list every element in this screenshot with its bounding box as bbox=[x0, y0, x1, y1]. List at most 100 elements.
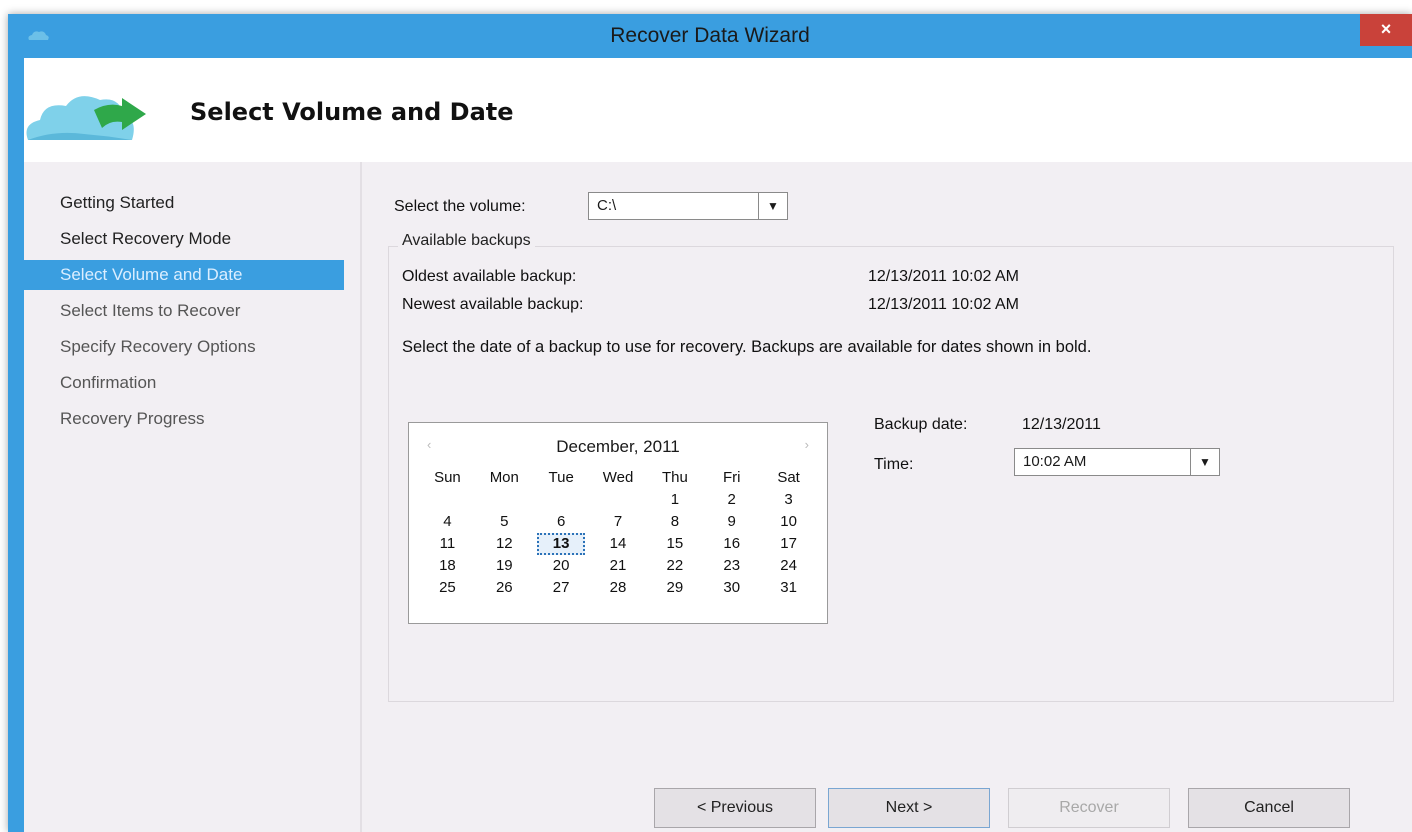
calendar-day-label: 1 bbox=[670, 491, 680, 508]
calendar-day[interactable]: 8 bbox=[646, 511, 703, 533]
calendar-day-label: 10 bbox=[780, 513, 797, 530]
calendar-day[interactable]: 13 bbox=[533, 533, 590, 555]
volume-value: C:\ bbox=[597, 197, 617, 214]
calendar-weekday: Wed bbox=[602, 469, 634, 486]
wizard-window: Recover Data Wizard × Select Volume and … bbox=[8, 14, 1412, 832]
calendar-day-label: 29 bbox=[666, 579, 684, 596]
oldest-backup-label: Oldest available backup: bbox=[402, 268, 577, 285]
chevron-down-icon[interactable]: ▼ bbox=[1190, 449, 1219, 475]
page-title: Select Volume and Date bbox=[190, 98, 514, 126]
calendar-day-label: 22 bbox=[666, 557, 684, 574]
calendar-day[interactable]: 5 bbox=[476, 511, 533, 533]
calendar-day[interactable]: 12 bbox=[476, 533, 533, 555]
cloud-recover-icon bbox=[26, 96, 146, 140]
calendar-weekday: Tue bbox=[548, 469, 574, 486]
calendar-day-label: 16 bbox=[723, 535, 741, 552]
calendar-day[interactable]: 21 bbox=[590, 555, 647, 577]
calendar-day[interactable]: 2 bbox=[703, 489, 760, 511]
calendar-day[interactable]: 27 bbox=[533, 577, 590, 599]
step-confirmation: Confirmation bbox=[60, 373, 157, 392]
calendar-day[interactable]: 4 bbox=[419, 511, 476, 533]
calendar-day[interactable]: 16 bbox=[703, 533, 760, 555]
calendar-day-label: 14 bbox=[609, 535, 627, 552]
calendar-day[interactable]: 28 bbox=[590, 577, 647, 599]
calendar-week-row: 25 26 27 28 29 30 31 bbox=[419, 577, 817, 599]
calendar-weekday-row: Sun Mon Tue Wed Thu Fri Sat bbox=[419, 467, 817, 489]
previous-button[interactable]: < Previous bbox=[654, 788, 816, 828]
calendar-day bbox=[476, 489, 533, 511]
calendar-day[interactable]: 3 bbox=[760, 489, 817, 511]
calendar-day[interactable]: 23 bbox=[703, 555, 760, 577]
calendar-day[interactable]: 19 bbox=[476, 555, 533, 577]
step-specify-recovery-options: Specify Recovery Options bbox=[60, 337, 256, 356]
calendar-day-label: 2 bbox=[727, 491, 736, 508]
cancel-button[interactable]: Cancel bbox=[1188, 788, 1350, 828]
calendar-day[interactable]: 25 bbox=[419, 577, 476, 599]
calendar-day[interactable]: 9 bbox=[703, 511, 760, 533]
calendar-day[interactable]: 1 bbox=[646, 489, 703, 511]
volume-select[interactable]: C:\ ▼ bbox=[588, 192, 788, 220]
backup-instruction: Select the date of a backup to use for r… bbox=[402, 338, 1092, 356]
calendar-day[interactable]: 31 bbox=[760, 577, 817, 599]
calendar-day[interactable]: 20 bbox=[533, 555, 590, 577]
calendar-weekday: Fri bbox=[722, 469, 741, 486]
close-button[interactable]: × bbox=[1360, 14, 1412, 46]
calendar-week-row: 18 19 20 21 22 23 24 bbox=[419, 555, 817, 577]
calendar-weekday: Thu bbox=[661, 469, 688, 486]
calendar-next-icon[interactable]: › bbox=[805, 437, 809, 452]
calendar-day-label: 26 bbox=[495, 579, 513, 596]
wizard-header: Select Volume and Date bbox=[24, 58, 1412, 162]
calendar-day-label: 11 bbox=[439, 535, 456, 552]
step-select-recovery-mode[interactable]: Select Recovery Mode bbox=[24, 224, 344, 254]
calendar-day-label: 18 bbox=[439, 557, 456, 574]
calendar-day[interactable]: 26 bbox=[476, 577, 533, 599]
recover-button: Recover bbox=[1008, 788, 1170, 828]
calendar-day-label: 12 bbox=[495, 535, 513, 552]
available-backups-legend: Available backups bbox=[398, 232, 535, 250]
oldest-backup-value: 12/13/2011 10:02 AM bbox=[868, 268, 1019, 285]
calendar-day[interactable]: 18 bbox=[419, 555, 476, 577]
calendar-day-label: 19 bbox=[495, 557, 513, 574]
main-panel: Select the volume: C:\ ▼ Available backu… bbox=[360, 162, 1412, 832]
chevron-down-icon[interactable]: ▼ bbox=[758, 193, 787, 219]
calendar-day[interactable]: 24 bbox=[760, 555, 817, 577]
step-select-volume-and-date[interactable]: Select Volume and Date bbox=[24, 260, 344, 290]
calendar-day-label: 15 bbox=[666, 535, 684, 552]
calendar-week-row: 1 2 3 bbox=[419, 489, 817, 511]
calendar-day[interactable]: 15 bbox=[646, 533, 703, 555]
calendar-weekday: Sat bbox=[777, 469, 800, 486]
calendar-day-label: 3 bbox=[784, 491, 793, 508]
calendar-day-label: 8 bbox=[670, 513, 680, 530]
wizard-steps: Getting Started Select Recovery Mode Sel… bbox=[24, 162, 360, 832]
backup-calendar[interactable]: ‹ December, 2011 › Sun Mon Tue Wed Thu Fri Sat… bbox=[408, 422, 828, 624]
calendar-day bbox=[590, 489, 647, 511]
calendar-week-row: 4 5 6 7 8 9 10 bbox=[419, 511, 817, 533]
calendar-day[interactable]: 11 bbox=[419, 533, 476, 555]
calendar-day[interactable]: 6 bbox=[533, 511, 590, 533]
backup-date-value: 12/13/2011 bbox=[1022, 416, 1101, 433]
time-label: Time: bbox=[874, 456, 914, 473]
calendar-day-label: 23 bbox=[723, 557, 741, 574]
calendar-day-label: 25 bbox=[439, 579, 456, 596]
calendar-weekday: Mon bbox=[489, 469, 519, 486]
step-getting-started[interactable]: Getting Started bbox=[24, 188, 344, 218]
calendar-day[interactable]: 29 bbox=[646, 577, 703, 599]
calendar-day-label: 4 bbox=[443, 513, 452, 530]
calendar-day[interactable]: 7 bbox=[590, 511, 647, 533]
wizard-content: Select Volume and Date Getting Started S… bbox=[24, 58, 1412, 832]
calendar-day-label: 24 bbox=[780, 557, 797, 574]
newest-backup-label: Newest available backup: bbox=[402, 296, 584, 313]
calendar-day-label: 9 bbox=[727, 513, 736, 530]
calendar-day[interactable]: 22 bbox=[646, 555, 703, 577]
calendar-day bbox=[419, 489, 476, 511]
calendar-day[interactable]: 30 bbox=[703, 577, 760, 599]
calendar-day[interactable]: 10 bbox=[760, 511, 817, 533]
time-value: 10:02 AM bbox=[1023, 453, 1087, 470]
newest-backup-value: 12/13/2011 10:02 AM bbox=[868, 296, 1019, 313]
calendar-day[interactable]: 14 bbox=[590, 533, 647, 555]
calendar-day[interactable]: 17 bbox=[760, 533, 817, 555]
calendar-day-label: 7 bbox=[613, 513, 623, 530]
calendar-day-label: 21 bbox=[609, 557, 627, 574]
next-button[interactable]: Next > bbox=[828, 788, 990, 828]
time-select[interactable]: 10:02 AM ▼ bbox=[1014, 448, 1220, 476]
